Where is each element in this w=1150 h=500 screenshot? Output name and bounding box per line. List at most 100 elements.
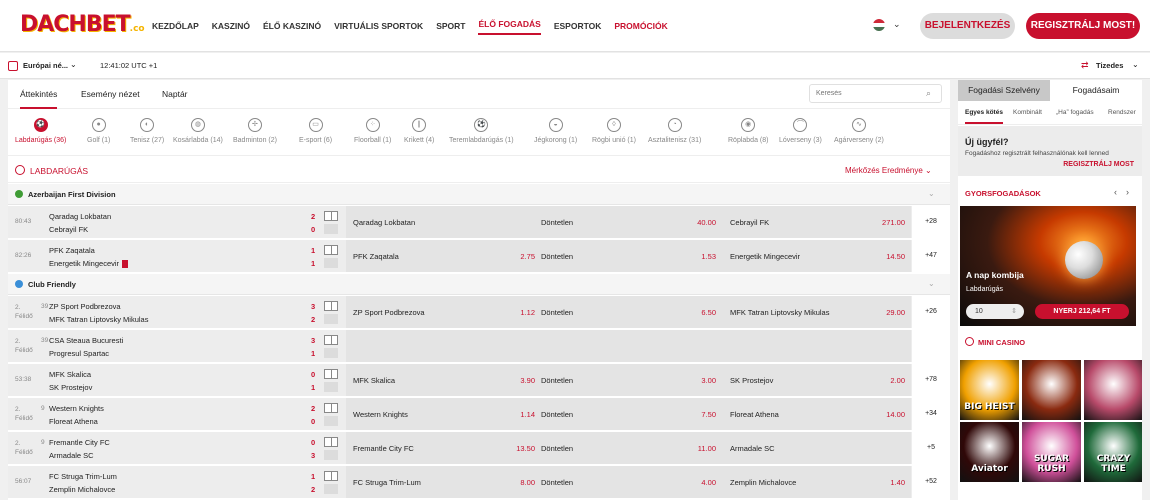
draw-odds[interactable]: 11.00: [676, 444, 716, 453]
draw-outcome[interactable]: Döntetlen: [541, 252, 573, 261]
home-outcome[interactable]: Qaradag Lokbatan: [353, 218, 415, 227]
away-team[interactable]: SK Prostejov: [49, 383, 92, 392]
sport-filter-item[interactable]: ⁘ Floorball (1): [354, 118, 391, 144]
pitch-tracker-icon[interactable]: [324, 335, 338, 345]
home-odds[interactable]: 2.75: [495, 252, 535, 261]
home-outcome[interactable]: Fremantle City FC: [353, 444, 414, 453]
away-odds[interactable]: 29.00: [865, 308, 905, 317]
more-markets-button[interactable]: +78: [912, 364, 950, 396]
pitch-tracker-icon[interactable]: [324, 437, 338, 447]
pitch-tracker-icon[interactable]: [324, 369, 338, 379]
register-link[interactable]: REGISZTRÁLJ MOST: [1063, 161, 1134, 168]
home-team[interactable]: ZP Sport Podbrezova: [49, 302, 121, 311]
away-team[interactable]: MFK Tatran Liptovsky Mikulas: [49, 315, 148, 324]
draw-outcome[interactable]: Döntetlen: [541, 410, 573, 419]
pitch-tracker-icon[interactable]: [324, 245, 338, 255]
nav-item-3[interactable]: VIRTUÁLIS SPORTOK: [334, 0, 423, 52]
more-markets-button[interactable]: +5: [912, 432, 950, 464]
chevron-left-icon[interactable]: ‹: [1114, 187, 1117, 197]
home-outcome[interactable]: PFK Zaqatala: [353, 252, 399, 261]
register-button[interactable]: REGISZTRÁLJ MOST!: [1026, 13, 1140, 39]
stake-stepper[interactable]: 10 ⇕: [966, 304, 1024, 319]
away-outcome[interactable]: Armadale SC: [730, 444, 775, 453]
tab-event-view[interactable]: Esemény nézet: [81, 89, 140, 99]
tab-calendar[interactable]: Naptár: [162, 89, 188, 99]
stats-icon[interactable]: [324, 382, 338, 392]
stats-icon[interactable]: [324, 450, 338, 460]
league-header[interactable]: Azerbaijan First Division ⌄: [8, 184, 950, 205]
bet-type-single[interactable]: Egyes kötés: [965, 109, 1003, 124]
home-odds[interactable]: 3.90: [495, 376, 535, 385]
pitch-tracker-icon[interactable]: [324, 211, 338, 221]
sport-filter-item[interactable]: ● Golf (1): [87, 118, 110, 144]
bet-type-combo[interactable]: Kombinált: [1013, 109, 1042, 116]
pitch-tracker-icon[interactable]: [324, 403, 338, 413]
nav-item-5[interactable]: ÉLŐ FOGADÁS: [478, 17, 541, 35]
pitch-tracker-icon[interactable]: [324, 471, 338, 481]
away-team[interactable]: Progresul Spartac: [49, 349, 109, 358]
tab-betslip[interactable]: Fogadási Szelvény: [958, 80, 1050, 101]
home-odds[interactable]: 1.12: [495, 308, 535, 317]
casino-game-tile[interactable]: CRAZY TIME: [1084, 422, 1142, 482]
away-odds[interactable]: 271.00: [865, 218, 905, 227]
search-input[interactable]: [809, 84, 942, 103]
market-select[interactable]: Mérkőzés Eredménye ⌄: [845, 166, 932, 175]
stats-icon[interactable]: [324, 416, 338, 426]
casino-game-tile[interactable]: BIG HEIST: [960, 360, 1019, 420]
away-team[interactable]: Zemplin Michalovce: [49, 485, 115, 494]
nav-item-6[interactable]: ESPORTOK: [554, 0, 602, 52]
stats-icon[interactable]: [324, 258, 338, 268]
bet-type-if[interactable]: „Ha” fogadás: [1056, 109, 1094, 116]
login-button[interactable]: BEJELENTKEZÉS: [920, 13, 1015, 39]
odds-format-select[interactable]: Tizedes: [1096, 61, 1123, 70]
home-team[interactable]: Fremantle City FC: [49, 438, 110, 447]
sport-filter-item[interactable]: ⚽ Teremlabdarúgás (1): [449, 118, 514, 144]
sport-filter-item[interactable]: ✢ Badminton (2): [233, 118, 277, 144]
away-team[interactable]: Armadale SC: [49, 451, 94, 460]
nav-item-7[interactable]: PROMÓCIÓK: [614, 0, 667, 52]
home-odds[interactable]: 13.50: [495, 444, 535, 453]
nav-item-1[interactable]: KASZINÓ: [212, 0, 250, 52]
sport-filter-item[interactable]: ∿ Agárverseny (2): [834, 118, 884, 144]
away-outcome[interactable]: MFK Tatran Liptovsky Mikulas: [730, 308, 829, 317]
home-outcome[interactable]: MFK Skalica: [353, 376, 395, 385]
draw-odds[interactable]: 6.50: [676, 308, 716, 317]
draw-outcome[interactable]: Döntetlen: [541, 478, 573, 487]
away-odds[interactable]: 14.50: [865, 252, 905, 261]
stats-icon[interactable]: [324, 484, 338, 494]
away-team[interactable]: Floreat Athena: [49, 417, 98, 426]
home-outcome[interactable]: ZP Sport Podbrezova: [353, 308, 425, 317]
sport-filter-item[interactable]: ∥ Krikett (4): [404, 118, 434, 144]
draw-outcome[interactable]: Döntetlen: [541, 308, 573, 317]
tab-overview[interactable]: Áttekintés: [20, 89, 58, 109]
home-outcome[interactable]: Western Knights: [353, 410, 408, 419]
away-odds[interactable]: 14.00: [865, 410, 905, 419]
bet-type-system[interactable]: Rendszer: [1108, 109, 1136, 116]
chevron-right-icon[interactable]: ›: [1126, 187, 1129, 197]
more-markets-button[interactable]: +52: [912, 466, 950, 498]
away-team[interactable]: Energetik Mingecevir: [49, 259, 129, 269]
tab-my-bets[interactable]: Fogadásaim: [1050, 80, 1142, 101]
more-markets-button[interactable]: [912, 330, 950, 362]
draw-odds[interactable]: 3.00: [676, 376, 716, 385]
stats-icon[interactable]: [324, 224, 338, 234]
draw-odds[interactable]: 1.53: [676, 252, 716, 261]
nav-item-4[interactable]: SPORT: [436, 0, 465, 52]
hungarian-flag-icon[interactable]: [873, 19, 885, 31]
casino-game-tile[interactable]: [1084, 360, 1142, 420]
home-odds[interactable]: 8.00: [495, 478, 535, 487]
more-markets-button[interactable]: +28: [912, 206, 950, 238]
away-outcome[interactable]: Floreat Athena: [730, 410, 779, 419]
draw-outcome[interactable]: Döntetlen: [541, 376, 573, 385]
sport-filter-item[interactable]: ◐ Tenisz (27): [130, 118, 164, 144]
more-markets-button[interactable]: +34: [912, 398, 950, 430]
more-markets-button[interactable]: +47: [912, 240, 950, 272]
stats-icon[interactable]: [324, 314, 338, 324]
draw-odds[interactable]: 7.50: [676, 410, 716, 419]
home-outcome[interactable]: FC Struga Trim-Lum: [353, 478, 421, 487]
draw-odds[interactable]: 4.00: [676, 478, 716, 487]
sport-filter-item[interactable]: ◉ Röplabda (8): [728, 118, 768, 144]
home-team[interactable]: PFK Zaqatala: [49, 246, 95, 255]
sport-filter-item[interactable]: ◍ Kosárlabda (14): [173, 118, 223, 144]
away-odds[interactable]: 1.40: [865, 478, 905, 487]
